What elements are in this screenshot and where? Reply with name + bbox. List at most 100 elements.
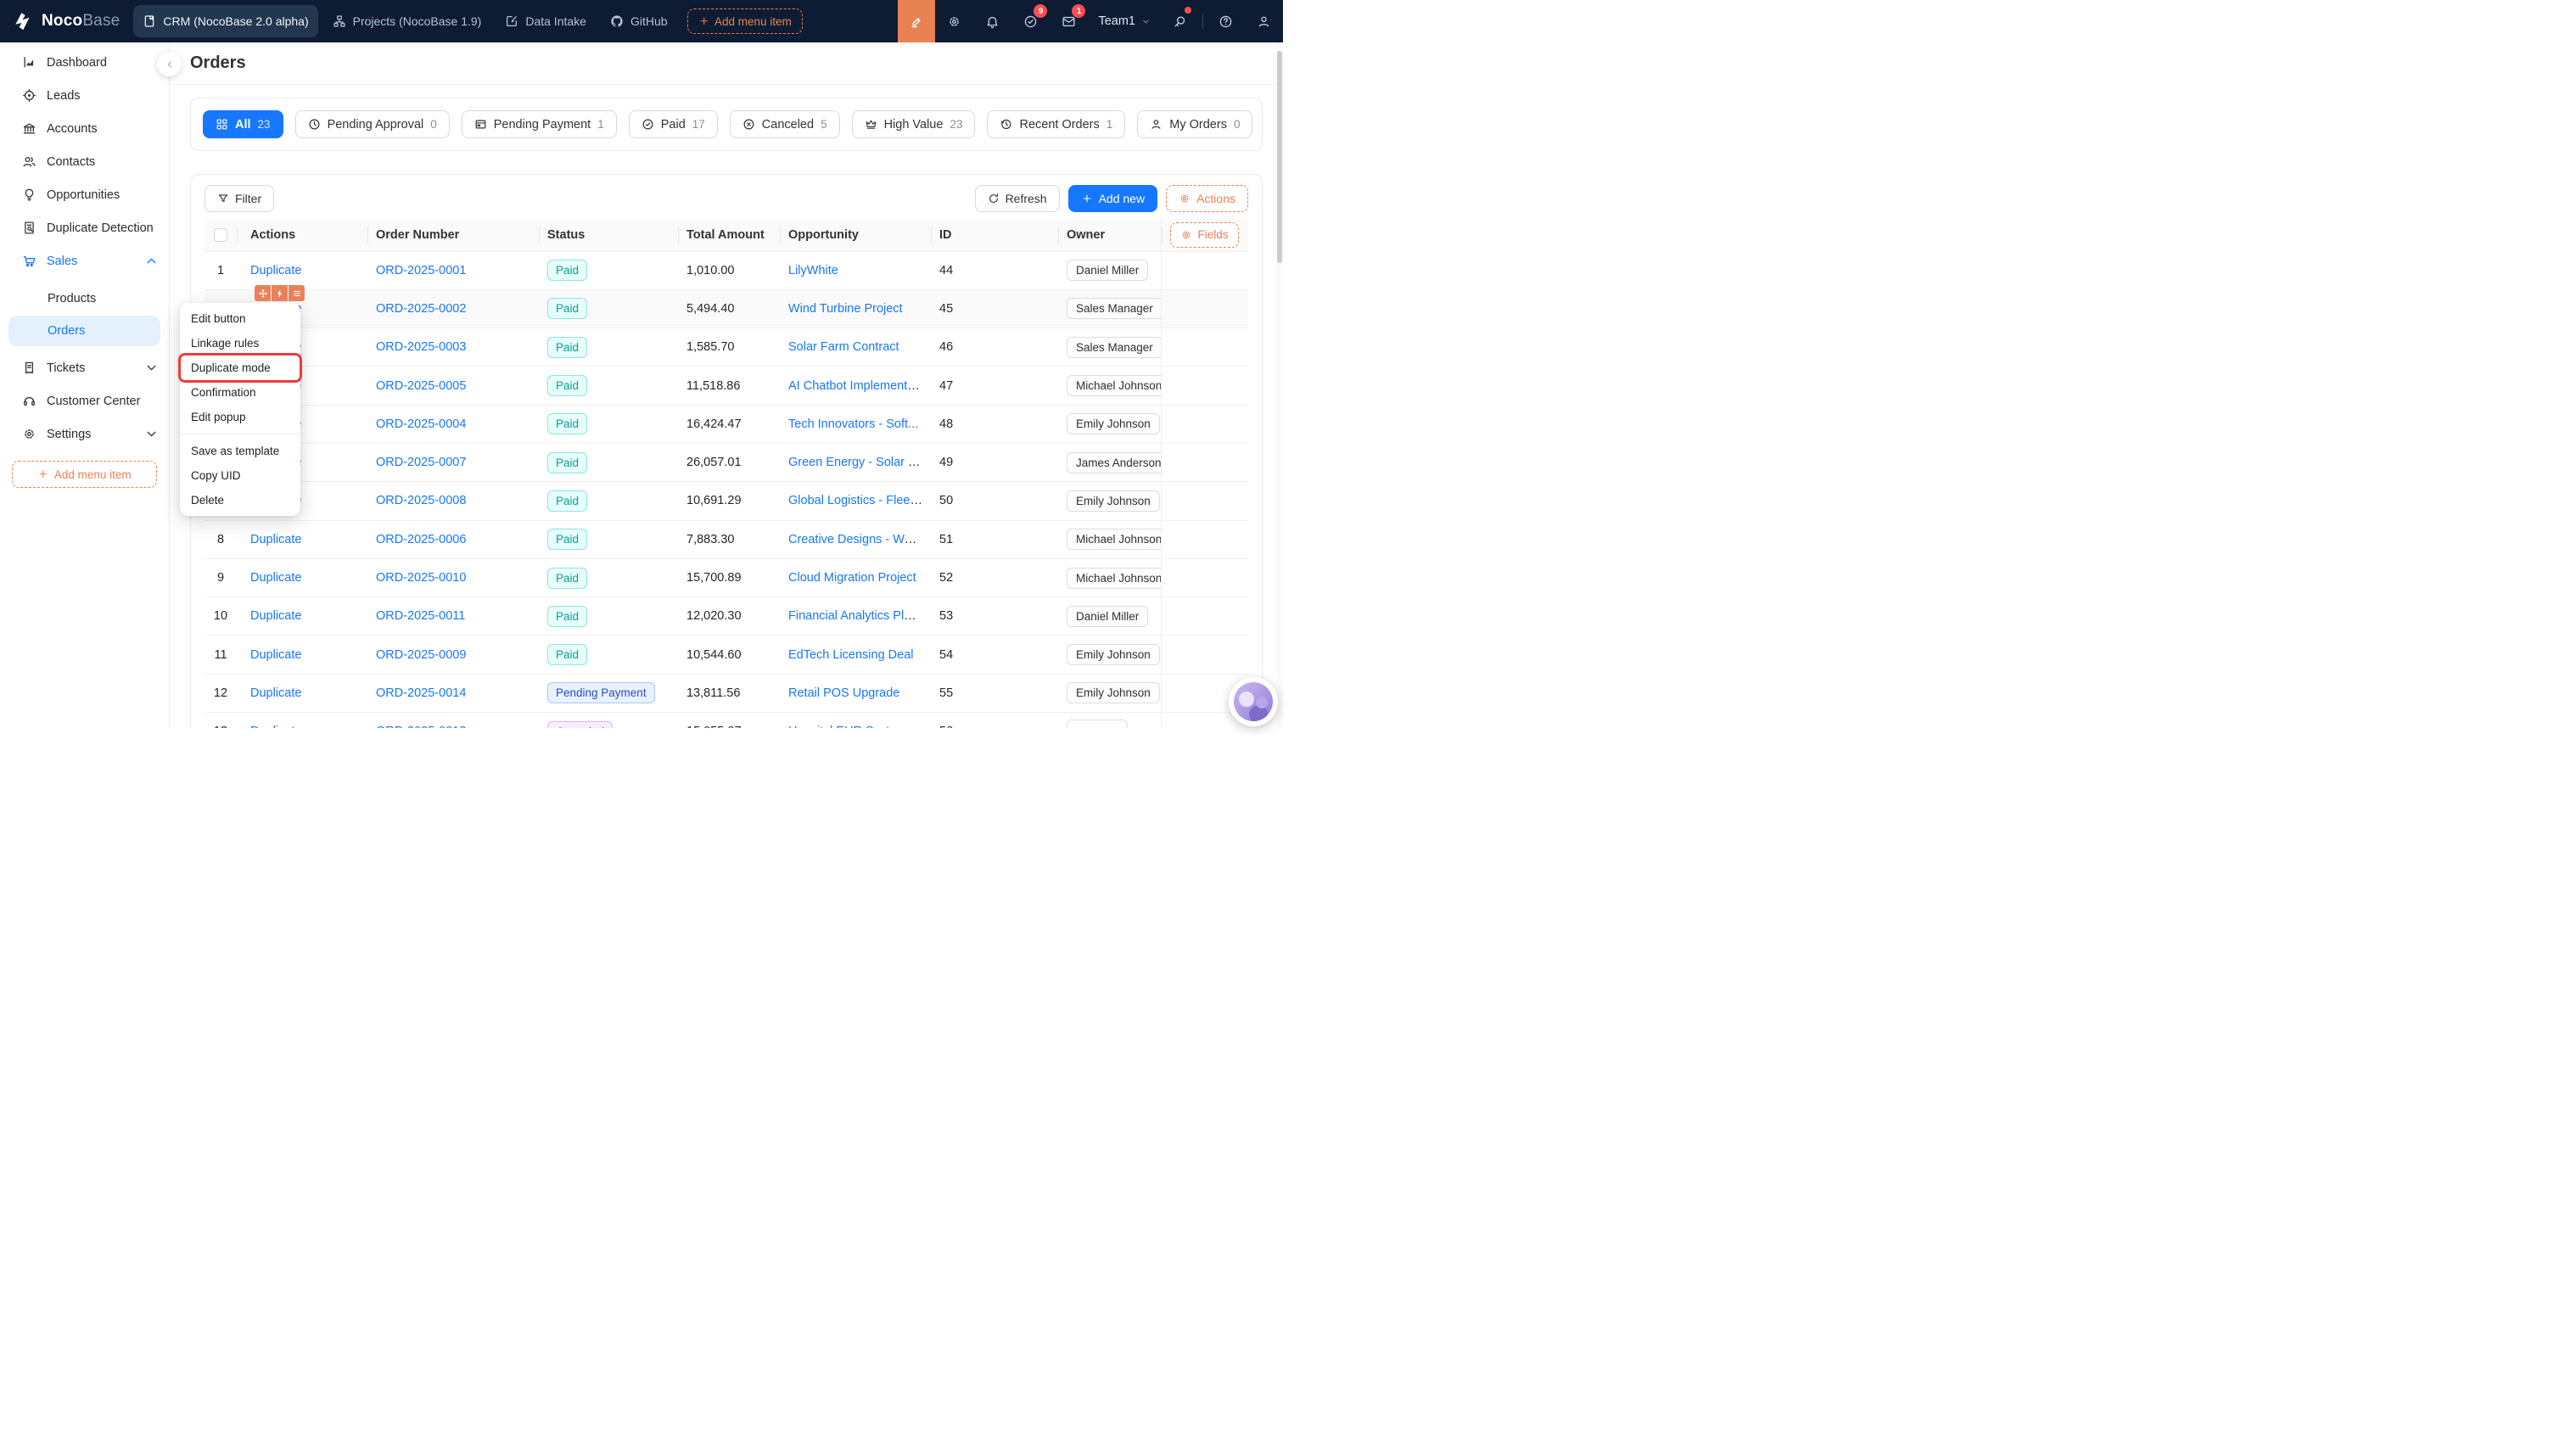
duplicate-action-link[interactable]: Duplicate bbox=[250, 648, 301, 662]
opportunity-link[interactable]: Cloud Migration Project bbox=[788, 571, 916, 585]
duplicate-action-link[interactable]: Duplicate bbox=[250, 571, 301, 585]
order-number-link[interactable]: ORD-2025-0005 bbox=[376, 379, 466, 393]
filter-tab[interactable]: Pending Approval 0 bbox=[295, 110, 450, 138]
order-number-link[interactable]: ORD-2025-0010 bbox=[376, 571, 466, 585]
order-number-link[interactable]: ORD-2025-0009 bbox=[376, 648, 466, 662]
duplicate-action-link[interactable]: Duplicate bbox=[250, 686, 301, 700]
api-keys-button[interactable] bbox=[1161, 0, 1199, 42]
sidebar-item[interactable]: Settings bbox=[0, 417, 169, 451]
order-number-link[interactable]: ORD-2025-0014 bbox=[376, 686, 466, 700]
top-navbar: NocoBase CRM (NocoBase 2.0 alpha) Projec… bbox=[0, 0, 1283, 42]
order-number-link[interactable]: ORD-2025-0011 bbox=[376, 609, 465, 623]
sidebar-add-menu-item-button[interactable]: Add menu item bbox=[12, 461, 157, 488]
filter-tab[interactable]: All 23 bbox=[203, 110, 283, 138]
notifications-button[interactable] bbox=[973, 0, 1011, 42]
opportunity-link[interactable]: LilyWhite bbox=[788, 264, 838, 277]
context-menu-item[interactable]: Duplicate mode bbox=[180, 356, 300, 380]
duplicate-action-link[interactable]: Duplicate bbox=[250, 533, 301, 546]
filter-tab-icon bbox=[1000, 118, 1012, 131]
filter-tab[interactable]: My Orders 0 bbox=[1137, 110, 1252, 138]
filter-tab[interactable]: Paid 17 bbox=[629, 110, 718, 138]
tasks-button[interactable]: 9 bbox=[1011, 0, 1050, 42]
context-menu-item[interactable]: Edit popup bbox=[180, 405, 300, 429]
sidebar-item[interactable]: Dashboard bbox=[0, 46, 169, 79]
sidebar-item-label: Customer Center bbox=[47, 395, 140, 408]
refresh-button[interactable]: Refresh bbox=[975, 185, 1060, 212]
context-menu-item[interactable]: Linkage rules bbox=[180, 331, 300, 356]
duplicate-action-link[interactable]: Duplicate bbox=[250, 264, 301, 277]
sidebar-item[interactable]: Tickets bbox=[0, 351, 169, 384]
opportunity-link[interactable]: Retail POS Upgrade bbox=[788, 686, 899, 700]
opportunity-link[interactable]: Creative Designs - Web... bbox=[788, 533, 928, 546]
order-number-link[interactable]: ORD-2025-0003 bbox=[376, 340, 466, 354]
order-number-link[interactable]: ORD-2025-0002 bbox=[376, 302, 466, 316]
fields-cell bbox=[1161, 443, 1248, 481]
linkage-chip[interactable] bbox=[272, 285, 288, 301]
context-menu-item[interactable]: Delete bbox=[180, 488, 300, 512]
plugin-settings-button[interactable] bbox=[935, 0, 973, 42]
nav-menu-item[interactable]: Projects (NocoBase 1.9) bbox=[323, 5, 491, 37]
context-menu-item[interactable]: Edit button bbox=[180, 306, 300, 331]
opportunity-link[interactable]: Global Logistics - Fleet ... bbox=[788, 494, 927, 507]
brand[interactable]: NocoBase bbox=[12, 10, 120, 32]
fields-designer-button[interactable]: Fields bbox=[1170, 222, 1239, 248]
column-header-status: Status bbox=[539, 219, 678, 251]
nav-menu-item[interactable]: Data Intake bbox=[496, 5, 596, 37]
owner-tag: Sales Manager bbox=[1067, 337, 1161, 358]
designer-menu-chip[interactable] bbox=[289, 285, 305, 301]
sidebar-collapse-button[interactable] bbox=[157, 52, 182, 76]
filter-tab[interactable]: Pending Payment 1 bbox=[462, 110, 617, 138]
opportunity-link[interactable]: Solar Farm Contract bbox=[788, 340, 899, 354]
assistant-bubble[interactable] bbox=[1229, 677, 1278, 726]
filter-tab[interactable]: Canceled 5 bbox=[730, 110, 840, 138]
opportunity-link[interactable]: Green Energy - Solar P... bbox=[788, 456, 925, 469]
duplicate-action-link[interactable]: Duplicate bbox=[250, 609, 301, 623]
sidebar-item[interactable]: Opportunities bbox=[0, 178, 169, 211]
vertical-scrollbar[interactable] bbox=[1276, 42, 1283, 728]
sidebar-item[interactable]: Leads bbox=[0, 79, 169, 112]
filter-button[interactable]: Filter bbox=[204, 185, 274, 212]
order-number-link[interactable]: ORD-2025-0008 bbox=[376, 494, 466, 507]
sidebar-item[interactable]: Orders bbox=[8, 316, 160, 346]
sidebar-item[interactable]: Contacts bbox=[0, 145, 169, 178]
total-amount-cell: 7,883.30 bbox=[678, 520, 780, 558]
team-switcher[interactable]: Team1 bbox=[1088, 14, 1161, 28]
bell-icon bbox=[985, 14, 1000, 29]
actions-designer-button[interactable]: Actions bbox=[1166, 185, 1248, 212]
nav-menu-item[interactable]: CRM (NocoBase 2.0 alpha) bbox=[133, 5, 317, 37]
inbox-button[interactable]: 1 bbox=[1050, 0, 1088, 42]
filter-tab[interactable]: High Value 23 bbox=[852, 110, 976, 138]
opportunity-link[interactable]: AI Chatbot Implementa... bbox=[788, 379, 924, 393]
scrollbar-thumb[interactable] bbox=[1277, 51, 1282, 263]
context-menu-item[interactable]: Save as template bbox=[180, 439, 300, 463]
help-button[interactable] bbox=[1207, 0, 1245, 42]
sidebar-item[interactable]: Customer Center bbox=[0, 384, 169, 417]
context-menu-item[interactable]: Copy UID bbox=[180, 463, 300, 488]
opportunity-link[interactable]: EdTech Licensing Deal bbox=[788, 648, 914, 662]
profile-button[interactable] bbox=[1245, 0, 1283, 42]
navbar-add-menu-item-button[interactable]: Add menu item bbox=[687, 8, 803, 34]
order-number-link[interactable]: ORD-2025-0004 bbox=[376, 417, 466, 431]
opportunity-link[interactable]: Financial Analytics Platf... bbox=[788, 609, 927, 623]
ui-editor-button[interactable] bbox=[898, 0, 935, 42]
sidebar-item[interactable]: Accounts bbox=[0, 112, 169, 145]
nav-menu-item[interactable]: GitHub bbox=[601, 5, 677, 37]
order-number-link[interactable]: ORD-2025-0001 bbox=[376, 264, 466, 277]
select-all-checkbox[interactable] bbox=[214, 228, 227, 242]
sidebar-item[interactable]: Sales bbox=[0, 244, 169, 277]
duplicate-action-link[interactable]: Duplicate bbox=[250, 725, 301, 728]
order-number-link[interactable]: ORD-2025-0007 bbox=[376, 456, 466, 469]
opportunity-link[interactable]: Wind Turbine Project bbox=[788, 302, 903, 316]
opportunity-link[interactable]: Hospital EHR Syst... bbox=[788, 725, 899, 728]
sidebar-item[interactable]: Duplicate Detection bbox=[0, 211, 169, 244]
table-row: 1 Duplicate ORD-2025-0001 Paid 1,010.00 … bbox=[204, 251, 1248, 289]
filter-tab[interactable]: Recent Orders 1 bbox=[987, 110, 1125, 138]
order-number-link[interactable]: ORD-2025-0012 bbox=[376, 725, 466, 728]
context-menu-item[interactable]: Confirmation bbox=[180, 380, 300, 405]
drag-handle[interactable] bbox=[255, 285, 271, 301]
sidebar-item[interactable]: Products bbox=[0, 283, 169, 315]
order-number-link[interactable]: ORD-2025-0006 bbox=[376, 533, 466, 546]
opportunity-link[interactable]: Tech Innovators - Soft... bbox=[788, 417, 918, 431]
add-new-button[interactable]: Add new bbox=[1068, 185, 1157, 212]
column-header-total-amount: Total Amount bbox=[678, 219, 780, 251]
